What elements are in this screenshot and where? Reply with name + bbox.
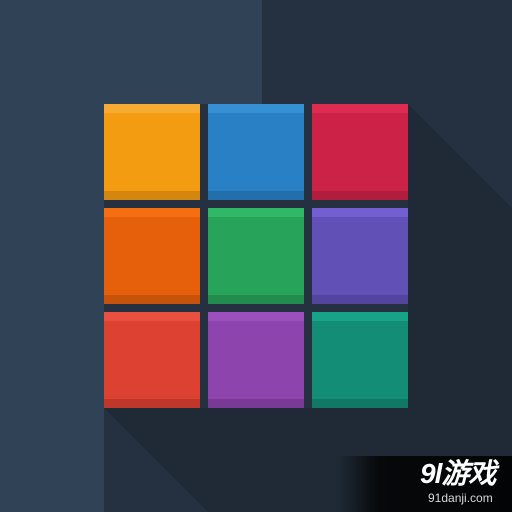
tile-highlight	[104, 208, 200, 217]
watermark-logo: 9l游戏	[420, 458, 496, 489]
watermark-domain: 91danji.com	[428, 491, 493, 505]
tile-highlight	[208, 104, 304, 113]
tile-highlight	[312, 312, 408, 321]
tile-indigo	[312, 208, 408, 304]
watermark: 9l游戏 91danji.com	[338, 456, 512, 512]
tile-teal	[312, 312, 408, 408]
tile-crimson	[312, 104, 408, 200]
tile-highlight	[104, 104, 200, 113]
tile-highlight	[312, 208, 408, 217]
tile-shade	[104, 295, 200, 304]
tile-shade	[208, 295, 304, 304]
tile-shade	[104, 191, 200, 200]
tile-grid	[104, 104, 408, 408]
tile-blue	[208, 104, 304, 200]
tile-shade	[104, 399, 200, 408]
tile-highlight	[312, 104, 408, 113]
tile-red	[104, 312, 200, 408]
app-icon: 9l游戏 91danji.com	[0, 0, 512, 512]
tile-shade	[312, 295, 408, 304]
tile-orange	[104, 104, 200, 200]
tile-shade	[208, 399, 304, 408]
tile-shade	[312, 399, 408, 408]
tile-highlight	[208, 208, 304, 217]
tile-shade	[312, 191, 408, 200]
tile-purple	[208, 312, 304, 408]
tile-shade	[208, 191, 304, 200]
tile-highlight	[104, 312, 200, 321]
tile-highlight	[208, 312, 304, 321]
tile-green	[208, 208, 304, 304]
tile-dark-orange	[104, 208, 200, 304]
